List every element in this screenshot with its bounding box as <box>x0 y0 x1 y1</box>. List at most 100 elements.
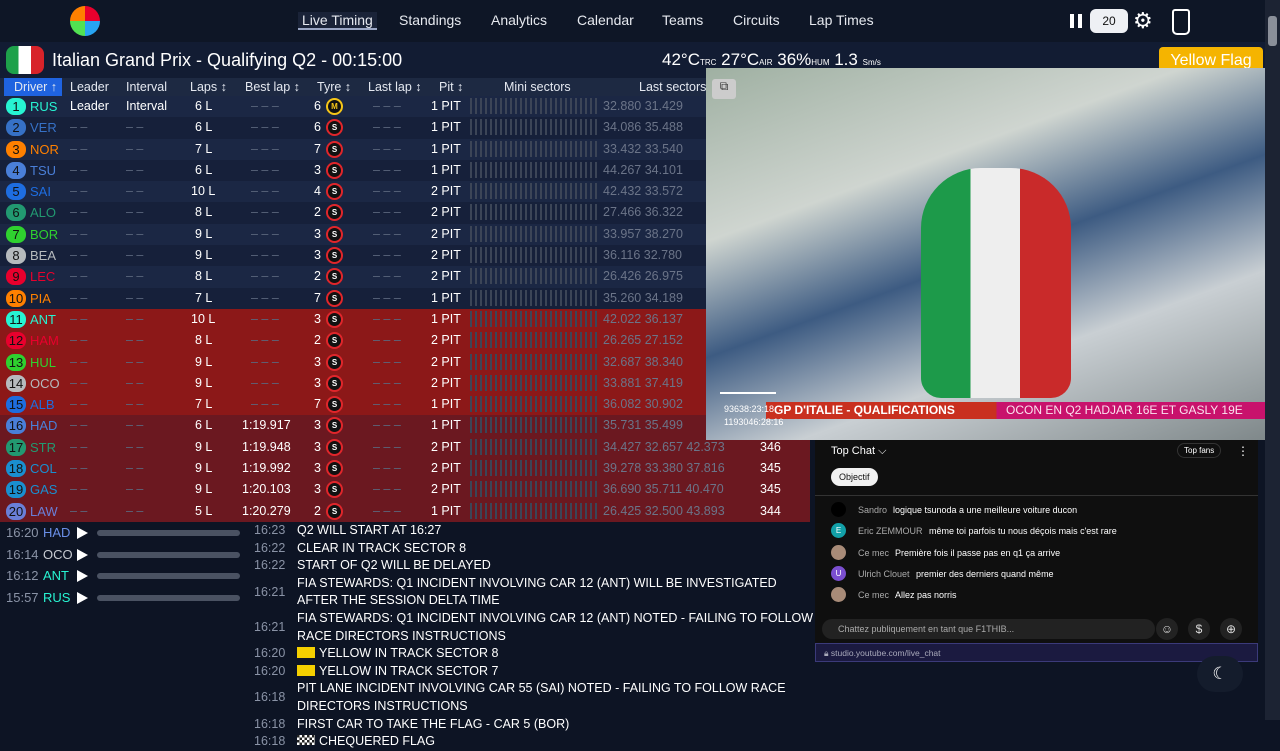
table-row[interactable]: 12 HAM – – – – 8 L – – – 2 S – – – 2 PIT 26.265 27… <box>0 330 810 352</box>
table-row[interactable]: 17 STR – – – – 9 L 1:19.948 3 S – – – 2 PIT 34.427… <box>0 436 810 459</box>
interval: – – <box>126 311 144 326</box>
nav-item-calendar[interactable]: Calendar <box>577 12 634 28</box>
message-text: PIT LANE INCIDENT INVOLVING CAR 55 (SAI)… <box>297 681 786 713</box>
team-radio-item: 16:14 OCO <box>0 544 250 566</box>
table-row[interactable]: 3 NOR – – – – 7 L – – – 7 S – – – 1 PIT 33.432 33.… <box>0 138 810 160</box>
nav-item-teams[interactable]: Teams <box>662 12 703 28</box>
emoji-icon[interactable]: ☺ <box>1156 618 1178 640</box>
column-header-3[interactable]: Laps ↕ <box>190 80 227 94</box>
column-header-4[interactable]: Best lap ↕ <box>245 80 300 94</box>
tyre-compound-icon: S <box>326 247 343 265</box>
nav-item-circuits[interactable]: Circuits <box>733 12 780 28</box>
table-row[interactable]: 4 TSU – – – – 6 L – – – 3 S – – – 1 PIT 44.267 34.… <box>0 159 810 182</box>
best-lap: – – – <box>251 248 279 263</box>
table-row[interactable]: 14 OCO – – – – 9 L – – – 3 S – – – 2 PIT 33.881 37… <box>0 372 810 395</box>
radio-progress-bar[interactable] <box>97 594 240 601</box>
mini-sectors-bar <box>470 353 598 370</box>
radio-progress-bar[interactable] <box>97 551 240 558</box>
last-lap: – – – <box>373 439 401 454</box>
last-lap: – – – <box>373 269 401 284</box>
play-icon[interactable] <box>77 527 88 539</box>
laps: 7 L <box>195 290 213 305</box>
nav-item-lap-times[interactable]: Lap Times <box>809 12 874 28</box>
page-scrollbar[interactable] <box>1265 0 1280 720</box>
table-row[interactable]: 9 LEC – – – – 8 L – – – 2 S – – – 2 PIT 26.426 26.… <box>0 266 810 288</box>
table-row[interactable]: 6 ALO – – – – 8 L – – – 2 S – – – 2 PIT 27.466 36.… <box>0 202 810 224</box>
last-sectors: 33.432 33.540 <box>603 141 683 156</box>
picture-in-picture-icon[interactable]: ⧉ <box>712 79 736 99</box>
table-row[interactable]: 2 VER – – – – 6 L – – – 6 S – – – 1 PIT 34.086 35.… <box>0 117 810 139</box>
chat-input[interactable]: Chattez publiquement en tant que F1THIB.… <box>822 619 1155 639</box>
last-sectors: 42.022 36.137 <box>603 311 683 326</box>
broadcast-ticker: OCON EN Q2 HADJAR 16E ET GASLY 19E <box>1006 403 1243 417</box>
chat-messages: Sandro logique tsunoda a une meilleure vo… <box>815 495 1258 610</box>
chat-text: même toi parfois tu nous déçois mais c'e… <box>929 526 1117 537</box>
video-progress-bar[interactable] <box>720 392 776 394</box>
laps: 10 L <box>191 311 216 326</box>
url-bar[interactable]: 🔒︎ studio.youtube.com/live_chat <box>815 643 1258 662</box>
column-header-9[interactable]: Last sectors <box>639 80 706 94</box>
table-row[interactable]: 5 SAI – – – – 10 L – – – 4 S – – – 2 PIT 42.432 33… <box>0 181 810 203</box>
table-row[interactable]: 13 HUL – – – – 9 L – – – 3 S – – – 2 PIT 32.687 38… <box>0 351 810 373</box>
play-icon[interactable] <box>77 548 88 561</box>
table-row[interactable]: 16 HAD – – – – 6 L 1:19.917 3 S – – – 1 PIT 35.731… <box>0 415 810 437</box>
super-chat-icon[interactable]: $ <box>1188 618 1210 640</box>
radio-progress-bar[interactable] <box>97 573 240 579</box>
last-lap: – – – <box>373 99 401 113</box>
nav-item-analytics[interactable]: Analytics <box>491 12 547 28</box>
table-row[interactable]: 19 GAS – – – – 9 L 1:20.103 3 S – – – 2 PIT 36.690… <box>0 479 810 501</box>
last-sectors: 32.687 38.340 <box>603 354 683 369</box>
table-row[interactable]: 18 COL – – – – 9 L 1:19.992 3 S – – – 2 PIT 39.278… <box>0 458 810 480</box>
column-header-5[interactable]: Tyre ↕ <box>317 80 351 94</box>
driver-code: ALO <box>30 205 57 221</box>
table-row[interactable]: 20 LAW – – – – 5 L 1:20.279 2 S – – – 1 PIT 26.425… <box>0 500 810 522</box>
add-icon[interactable]: ⊕ <box>1220 618 1242 640</box>
column-header-7[interactable]: Pit ↕ <box>439 80 463 94</box>
nav-item-standings[interactable]: Standings <box>399 12 461 28</box>
more-options-icon[interactable]: ⋮ <box>1237 444 1249 458</box>
position-badge: 17 <box>6 438 26 456</box>
best-lap: – – – <box>251 311 279 326</box>
table-row[interactable]: 7 BOR – – – – 9 L – – – 3 S – – – 2 PIT 33.957 38.… <box>0 223 810 246</box>
gap-to-leader: – – <box>70 141 88 156</box>
column-header-1[interactable]: Leader <box>70 80 109 94</box>
play-icon[interactable] <box>77 570 88 582</box>
tyre-compound-icon: S <box>326 353 343 371</box>
coffee-cup-icon[interactable] <box>1172 9 1190 35</box>
radio-driver: OCO <box>43 546 73 562</box>
app-logo[interactable] <box>70 6 100 36</box>
radio-progress-bar[interactable] <box>97 530 240 536</box>
driver-code: HAM <box>30 333 59 349</box>
video-player[interactable]: GP D'ITALIE - QUALIFICATIONS OCON EN Q2 … <box>706 68 1278 440</box>
tyre-compound-icon: S <box>326 268 343 286</box>
laps: 7 L <box>195 397 213 412</box>
column-header-8[interactable]: Mini sectors <box>504 80 571 94</box>
dark-mode-toggle-icon[interactable]: ☾ <box>1197 656 1243 692</box>
table-row[interactable]: 15 ALB – – – – 7 L – – – 7 S – – – 1 PIT 36.082 30… <box>0 394 810 416</box>
playback-delay-input[interactable]: 20 <box>1090 9 1128 33</box>
column-header-0[interactable]: Driver ↑ <box>4 78 62 96</box>
tyre-compound-icon: S <box>326 332 343 350</box>
objective-button[interactable]: Objectif <box>831 468 878 486</box>
top-fans-button[interactable]: Top fans <box>1177 443 1222 458</box>
scrollbar-thumb[interactable] <box>1268 16 1277 46</box>
nav-item-live-timing[interactable]: Live Timing <box>298 12 377 30</box>
pause-icon[interactable] <box>1070 14 1082 28</box>
table-row[interactable]: 11 ANT – – – – 10 L – – – 3 S – – – 1 PIT 42.022 3… <box>0 308 810 331</box>
avatar <box>831 544 846 560</box>
interval: – – <box>126 439 144 454</box>
table-row[interactable]: 10 PIA – – – – 7 L – – – 7 S – – – 1 PIT 35.260 34… <box>0 287 810 309</box>
mini-sectors-bar <box>470 225 598 242</box>
chat-mode-dropdown[interactable]: Top Chat ⌵ <box>831 445 886 458</box>
gear-icon[interactable]: ⚙ <box>1133 8 1153 34</box>
table-row[interactable]: 8 BEA – – – – 9 L – – – 3 S – – – 2 PIT 36.116 32.… <box>0 245 810 267</box>
column-header-6[interactable]: Last lap ↕ <box>368 80 422 94</box>
column-header-2[interactable]: Interval <box>126 80 167 94</box>
humidity: 36% <box>777 50 812 69</box>
position-badge: 9 <box>6 268 26 286</box>
tyre-age: 2 <box>314 269 321 284</box>
table-row[interactable]: 1 RUS Leader Interval 6 L – – – 6 M – – – 1 PIT 32… <box>0 96 810 118</box>
play-icon[interactable] <box>77 591 88 604</box>
driver-code: VER <box>30 120 57 136</box>
pit-count: 1 PIT <box>431 290 461 305</box>
